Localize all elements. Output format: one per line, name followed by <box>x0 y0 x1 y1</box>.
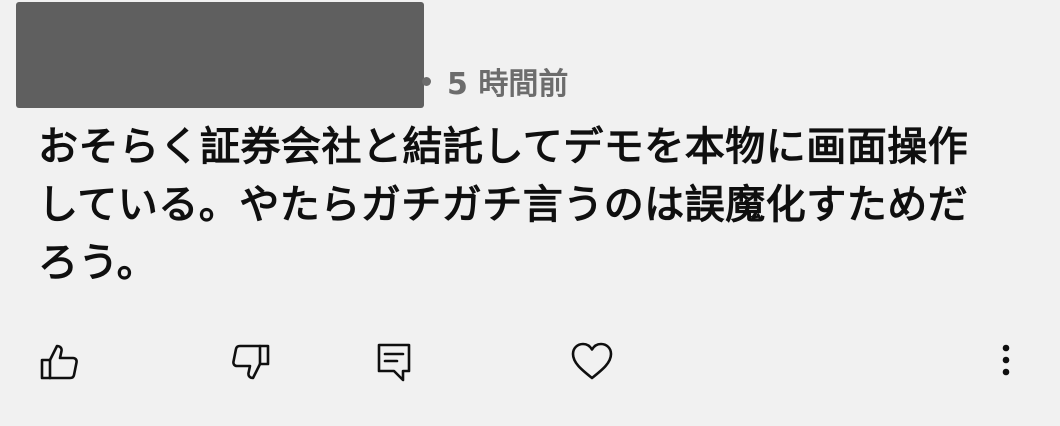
like-button[interactable] <box>38 340 82 384</box>
more-vert-icon <box>1002 344 1010 376</box>
redacted-author <box>16 2 424 108</box>
thumbs-down-icon <box>232 344 270 380</box>
dislike-button[interactable] <box>228 340 272 384</box>
heart-icon <box>571 342 613 380</box>
comment-card: 5 時間前 おそらく証券会社と結託してデモを本物に画面操作 している。やたらガチ… <box>0 0 1060 426</box>
reply-icon <box>377 343 411 382</box>
separator-dot <box>422 76 431 86</box>
reply-button[interactable] <box>372 340 416 384</box>
comment-timestamp: 5 時間前 <box>447 67 569 102</box>
more-options-button[interactable] <box>984 340 1028 384</box>
comment-meta: 5 時間前 <box>416 58 568 104</box>
comment-actions <box>0 330 1060 394</box>
thumbs-up-icon <box>40 344 78 380</box>
comment-body: おそらく証券会社と結託してデモを本物に画面操作 している。やたらガチガチ言うのは… <box>38 124 969 286</box>
heart-button[interactable] <box>570 340 614 384</box>
